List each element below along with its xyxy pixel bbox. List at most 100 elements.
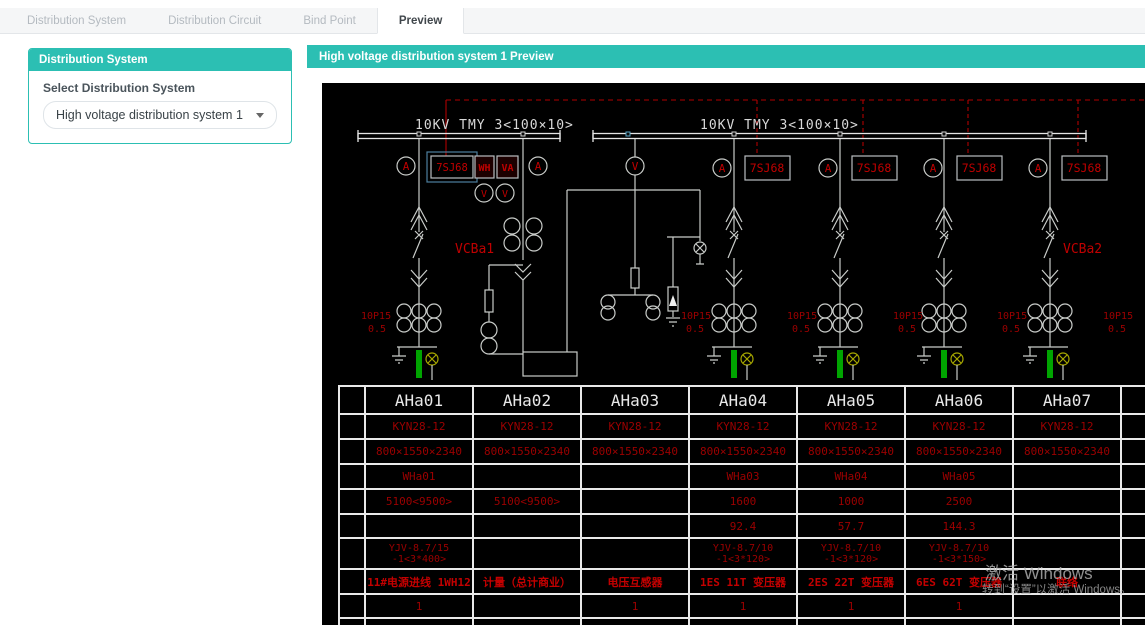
- svg-text:10P15: 10P15: [893, 311, 923, 322]
- column-header: AHa01: [366, 387, 474, 413]
- column-header: AHa05: [798, 387, 906, 413]
- table-cell: [474, 465, 582, 488]
- table-cell: 1: [1014, 619, 1122, 625]
- tab-distribution-system[interactable]: Distribution System: [6, 8, 147, 33]
- table-cell: [340, 387, 366, 413]
- svg-text:V: V: [481, 189, 487, 200]
- tab-distribution-circuit[interactable]: Distribution Circuit: [147, 8, 282, 33]
- distribution-system-select[interactable]: High voltage distribution system 1: [43, 101, 277, 129]
- table-cell: 电压互感器: [582, 570, 690, 593]
- table-cell: [1014, 515, 1122, 537]
- distribution-system-card: Distribution System Select Distribution …: [28, 48, 292, 144]
- table-cell: [582, 490, 690, 513]
- tab-bind-point[interactable]: Bind Point: [282, 8, 376, 33]
- svg-text:0.5: 0.5: [1002, 324, 1020, 335]
- table-cell: [474, 595, 582, 617]
- table-cell: 92.4: [690, 515, 798, 537]
- table-cell: [340, 490, 366, 513]
- table-cell: [1014, 490, 1122, 513]
- table-cell: KYN28-12: [474, 415, 582, 438]
- svg-text:0.5: 0.5: [686, 324, 704, 335]
- table-cell: 2500: [906, 490, 1014, 513]
- column-header: AHa07: [1014, 387, 1122, 413]
- svg-text:7SJ68: 7SJ68: [1067, 161, 1102, 175]
- table-cell: [1122, 539, 1145, 568]
- table-cell: WHa05: [906, 465, 1014, 488]
- table-cell: 1: [690, 619, 798, 625]
- table-cell: 1: [582, 619, 690, 625]
- svg-text:A: A: [719, 162, 726, 175]
- table-row: 5100<9500> 5100<9500> 1600 1000 2500: [340, 490, 1145, 515]
- table-cell: [474, 539, 582, 568]
- table-row: AHa01 AHa02 AHa03 AHa04 AHa05 AHa06 AHa07: [340, 387, 1145, 415]
- table-cell: [474, 515, 582, 537]
- table-cell: 1: [366, 595, 474, 617]
- table-cell: 800×1550×2340: [366, 440, 474, 463]
- svg-text:VCBa1: VCBa1: [455, 242, 494, 257]
- svg-text:7SJ68: 7SJ68: [962, 161, 997, 175]
- table-cell: [1014, 465, 1122, 488]
- tab-preview[interactable]: Preview: [376, 8, 465, 34]
- table-row: KYN28-12 KYN28-12 KYN28-12 KYN28-12 KYN28-12…: [340, 415, 1145, 440]
- column-header: AHa04: [690, 387, 798, 413]
- table-cell: WHa01: [366, 465, 474, 488]
- svg-text:10P15: 10P15: [787, 311, 817, 322]
- table-cell: 800×1550×2340: [690, 440, 798, 463]
- feeder-transformer-2: [812, 138, 863, 381]
- feeder-incoming-1: [391, 138, 442, 381]
- table-cell: 1: [798, 595, 906, 617]
- svg-text:WH: WH: [478, 163, 490, 174]
- table-cell: [1122, 490, 1145, 513]
- table-cell: 1: [798, 619, 906, 625]
- svg-text:0.5: 0.5: [792, 324, 810, 335]
- table-cell: [1122, 515, 1145, 537]
- table-cell: [582, 515, 690, 537]
- svg-text:A: A: [403, 160, 410, 173]
- table-cell: [366, 515, 474, 537]
- table-cell: 800×1550×2340: [1014, 440, 1122, 463]
- svg-text:VA: VA: [501, 163, 513, 174]
- preview-panel-header: High voltage distribution system 1 Previ…: [307, 45, 1145, 68]
- table-cell: 800×1550×2340: [582, 440, 690, 463]
- svg-text:0.5: 0.5: [368, 324, 386, 335]
- table-cell: 1: [582, 595, 690, 617]
- select-value: High voltage distribution system 1: [56, 108, 243, 122]
- table-row: 1111111: [340, 619, 1145, 625]
- table-cell: [1122, 415, 1145, 438]
- table-cell: [1122, 619, 1145, 625]
- pt-feeder-bus1: [480, 139, 578, 377]
- table-cell: [340, 515, 366, 537]
- table-cell: [1122, 387, 1145, 413]
- feeder-tie: [1022, 138, 1073, 381]
- svg-text:VCBa2: VCBa2: [1063, 242, 1102, 257]
- table-cell: [340, 595, 366, 617]
- table-cell: [1122, 465, 1145, 488]
- svg-text:7SJ68: 7SJ68: [436, 162, 468, 174]
- table-cell: KYN28-12: [582, 415, 690, 438]
- table-cell: [1122, 595, 1145, 617]
- table-cell: WHa04: [798, 465, 906, 488]
- table-cell: [582, 465, 690, 488]
- table-cell: 1: [474, 619, 582, 625]
- svg-text:10P15: 10P15: [1103, 311, 1133, 322]
- table-cell: YJV-8.7/10 -1<3*120>: [690, 539, 798, 568]
- table-cell: [340, 539, 366, 568]
- svg-text:V: V: [632, 160, 639, 173]
- table-cell: KYN28-12: [798, 415, 906, 438]
- tab-bar: Distribution System Distribution Circuit…: [0, 8, 1145, 34]
- table-row: WHa01 WHa03 WHa04 WHa05: [340, 465, 1145, 490]
- table-cell: [340, 415, 366, 438]
- bus-labels: 10KV TMY 3<100×10> 10KV TMY 3<100×10>: [415, 118, 858, 133]
- svg-text:A: A: [535, 160, 542, 173]
- table-cell: 800×1550×2340: [798, 440, 906, 463]
- table-cell: 5100<9500>: [366, 490, 474, 513]
- select-label: Select Distribution System: [43, 81, 196, 95]
- table-cell: YJV-8.7/15 -1<3*400>: [366, 539, 474, 568]
- table-cell: 800×1550×2340: [906, 440, 1014, 463]
- feeder-transformer-1: [706, 138, 757, 381]
- table-cell: 1ES 11T 变压器: [690, 570, 798, 593]
- table-cell: WHa03: [690, 465, 798, 488]
- preview-canvas[interactable]: 7SJ68 WH VA 7SJ68 7SJ68 7SJ68 7SJ68 A A …: [322, 83, 1145, 625]
- column-header: AHa06: [906, 387, 1014, 413]
- table-cell: YJV-8.7/10 -1<3*120>: [798, 539, 906, 568]
